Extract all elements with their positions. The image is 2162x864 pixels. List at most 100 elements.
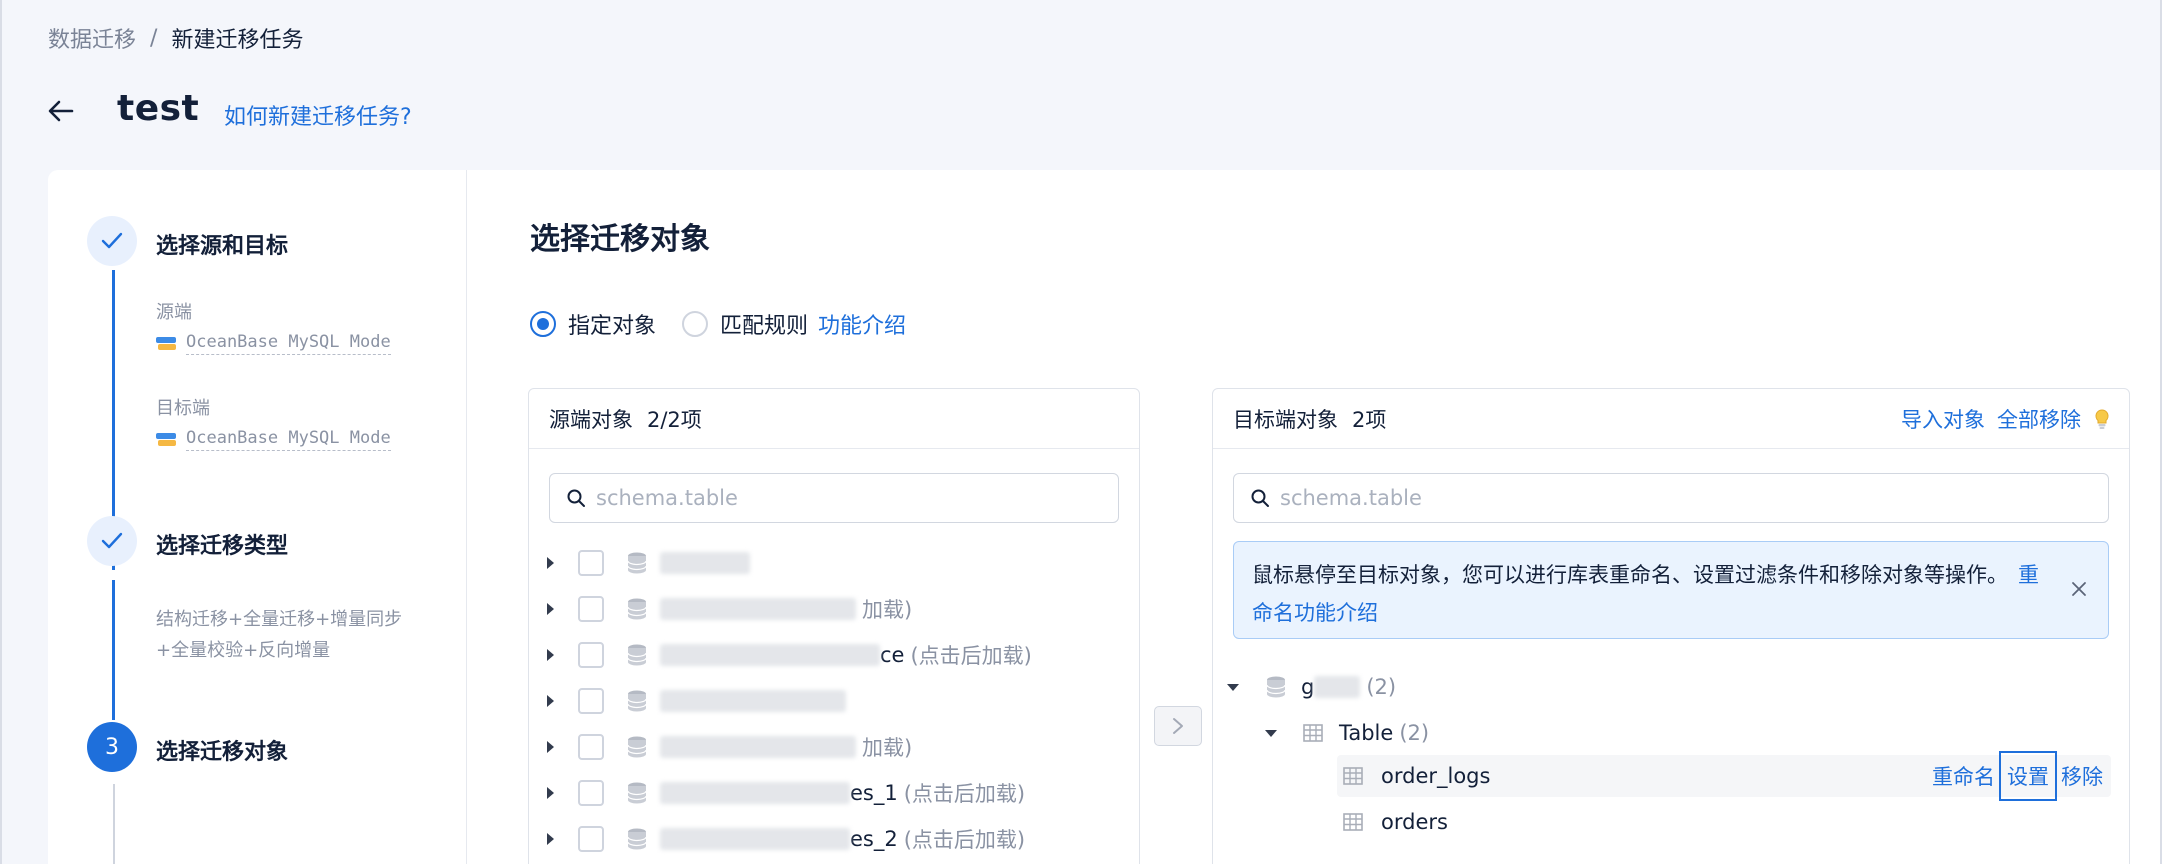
target-panel-count: 2项 (1352, 407, 1387, 432)
database-icon (627, 828, 647, 850)
radio-match-rules[interactable] (682, 311, 709, 337)
alert-text: 鼠标悬停至目标对象，您可以进行库表重命名、设置过滤条件和移除对象等操作。 (1252, 563, 2008, 587)
row-checkbox[interactable] (578, 550, 604, 576)
step-3-title[interactable]: 选择迁移对象 (156, 734, 288, 766)
table-row[interactable]: order_logs (1343, 754, 1490, 798)
transfer-right-button[interactable] (1154, 706, 1202, 746)
search-icon (1251, 489, 1269, 507)
rename-button[interactable]: 重命名 (1928, 761, 1999, 791)
source-label: 源端 (156, 302, 192, 323)
chevron-right-icon[interactable] (547, 557, 554, 569)
source-tree-row[interactable]: 加载) (541, 727, 912, 767)
bulb-icon[interactable] (2093, 408, 2111, 430)
remove-button[interactable]: 移除 (2057, 761, 2107, 791)
step-3-rail (113, 784, 115, 864)
source-row-text: ce (880, 643, 905, 667)
chevron-right-icon[interactable] (547, 741, 554, 753)
database-icon (627, 782, 647, 804)
frame-edge-left (0, 0, 2, 864)
chevron-right-icon[interactable] (547, 787, 554, 799)
source-row-hint: 加载) (862, 598, 913, 622)
breadcrumb-current: 新建迁移任务 (171, 28, 304, 53)
source-panel-header: 源端对象 2/2项 (529, 389, 1139, 449)
target-db-node[interactable]: g (2) (1227, 665, 1396, 709)
help-link[interactable]: 如何新建迁移任务? (224, 99, 412, 131)
source-row-text: es_1 (850, 781, 898, 805)
oceanbase-logo-icon (156, 432, 176, 447)
chevron-right-icon[interactable] (547, 603, 554, 615)
target-panel-actions: 导入对象 全部移除 (1889, 389, 2111, 449)
step-2-desc-line1: 结构迁移+全量迁移+增量同步 (156, 609, 403, 630)
source-search[interactable] (549, 473, 1119, 523)
source-value: OceanBase MySQL Mode (156, 332, 391, 355)
target-search-input[interactable] (1280, 486, 1967, 510)
database-icon (627, 644, 647, 666)
target-group-count: (2) (1399, 721, 1430, 745)
remove-all-button[interactable]: 全部移除 (1997, 404, 2081, 434)
breadcrumb-parent[interactable]: 数据迁移 (48, 22, 136, 54)
database-icon (627, 598, 647, 620)
source-row-hint: (点击后加载) (903, 828, 1026, 852)
table-icon (1343, 813, 1363, 831)
row-checkbox[interactable] (578, 780, 604, 806)
row-checkbox[interactable] (578, 596, 604, 622)
row-checkbox[interactable] (578, 826, 604, 852)
back-arrow-icon[interactable] (46, 96, 76, 126)
redacted-name (660, 782, 850, 804)
redacted-name (660, 598, 856, 620)
target-value-text[interactable]: OceanBase MySQL Mode (186, 428, 391, 451)
redacted-name (660, 644, 880, 666)
caret-down-icon[interactable] (1265, 729, 1277, 737)
chevron-right-icon[interactable] (547, 695, 554, 707)
target-search[interactable] (1233, 473, 2109, 523)
redacted-name (1314, 676, 1361, 698)
row-checkbox[interactable] (578, 642, 604, 668)
radio-specify-objects-label[interactable]: 指定对象 (568, 308, 656, 340)
search-icon (567, 489, 585, 507)
source-tree-row[interactable]: es_2 (点击后加载) (541, 819, 1025, 859)
database-icon (627, 690, 647, 712)
source-tree-row[interactable] (541, 681, 852, 721)
target-value: OceanBase MySQL Mode (156, 428, 391, 451)
chevron-right-icon (1173, 718, 1183, 734)
source-search-input[interactable] (596, 486, 1038, 510)
row-checkbox[interactable] (578, 688, 604, 714)
radio-specify-objects[interactable] (530, 311, 556, 337)
source-panel-title: 源端对象 (549, 407, 633, 432)
step-2-title[interactable]: 选择迁移类型 (156, 528, 288, 560)
page-title: test (117, 88, 200, 129)
source-tree-row[interactable]: ce (点击后加载) (541, 635, 1032, 675)
settings-button[interactable]: 设置 (1999, 751, 2057, 801)
table-name: order_logs (1381, 764, 1491, 788)
radio-match-rules-label[interactable]: 匹配规则 (720, 308, 808, 340)
chevron-right-icon[interactable] (547, 649, 554, 661)
step-2-desc-line2: +全量校验+反向增量 (156, 640, 331, 661)
source-value-text[interactable]: OceanBase MySQL Mode (186, 332, 391, 355)
row-checkbox[interactable] (578, 734, 604, 760)
close-icon[interactable] (2070, 580, 2088, 598)
step-2-desc: 结构迁移+全量迁移+增量同步 +全量校验+反向增量 (156, 604, 446, 666)
import-objects-button[interactable]: 导入对象 (1901, 404, 1985, 434)
content-area: 选择迁移对象 指定对象 匹配规则 功能介绍 源端对象 2/2项 schema.t… (468, 170, 2160, 864)
database-icon (627, 552, 647, 574)
table-row[interactable]: orders (1343, 800, 1448, 844)
source-row-text: es_2 (850, 827, 898, 851)
source-tree-row[interactable]: 加载) (541, 589, 912, 629)
step-3-number: 3 (87, 722, 137, 772)
step-1-title[interactable]: 选择源和目标 (156, 228, 288, 260)
feature-intro-link[interactable]: 功能介绍 (818, 308, 906, 340)
source-row-hint: 加载) (862, 736, 913, 760)
target-label: 目标端 (156, 398, 210, 419)
target-panel-title: 目标端对象 (1233, 407, 1338, 432)
chevron-right-icon[interactable] (547, 833, 554, 845)
redacted-name (660, 690, 846, 712)
source-tree-row[interactable]: es_1 (点击后加载) (541, 773, 1025, 813)
source-panel-count: 2/2项 (647, 407, 702, 432)
source-tree-row[interactable] (541, 543, 756, 583)
breadcrumb: 数据迁移 / 新建迁移任务 (48, 22, 303, 54)
target-panel: 目标端对象 2项 导入对象 全部移除 鼠标悬停至目标对象，您可以进行库表重命名、… (1212, 388, 2130, 864)
target-group-label: Table (1339, 721, 1394, 745)
redacted-name (660, 736, 856, 758)
caret-down-icon[interactable] (1227, 683, 1239, 691)
target-table-group[interactable]: Table (2) (1265, 711, 1429, 755)
